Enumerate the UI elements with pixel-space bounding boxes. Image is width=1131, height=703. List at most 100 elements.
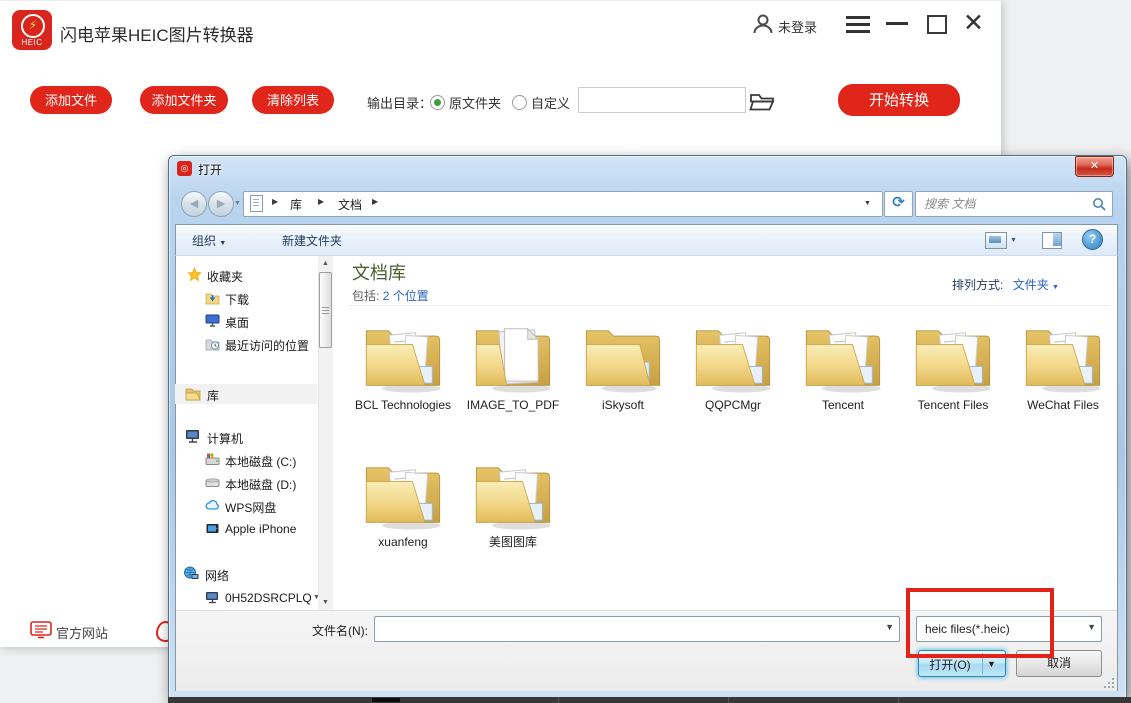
filename-combo[interactable]: ▼ — [374, 616, 900, 642]
output-dir-label: 输出目录： — [367, 93, 432, 112]
maximize-button[interactable] — [927, 15, 947, 34]
address-dropdown-icon[interactable]: ▼ — [864, 200, 871, 207]
chevron-down-icon: ▼ — [1052, 284, 1059, 291]
breadcrumb-arrow-icon[interactable]: ▶ — [318, 197, 324, 206]
library-folder-icon — [185, 386, 201, 401]
sidebar-item-apple-iphone[interactable]: Apple iPhone — [205, 521, 317, 539]
list-divider — [348, 305, 1110, 306]
location-doc-icon — [250, 195, 263, 212]
folder-icon — [359, 455, 447, 533]
back-button[interactable]: ◄ — [181, 191, 207, 217]
folder-item[interactable]: Tencent Files — [898, 318, 1008, 413]
views-icon[interactable] — [985, 232, 1007, 249]
sidebar-item-wps-cloud[interactable]: WPS网盘 — [205, 498, 317, 516]
star-icon — [187, 267, 202, 282]
folder-icon — [799, 318, 887, 396]
sidebar-item-network[interactable]: 网络 — [183, 566, 313, 584]
menu-icon[interactable] — [846, 16, 870, 37]
sidebar-item-drive-d[interactable]: 本地磁盘 (D:) — [205, 475, 317, 493]
sidebar-item-desktop[interactable]: 桌面 — [205, 313, 315, 331]
footer-divider — [0, 0, 1001, 1]
clear-list-button[interactable]: 清除列表 — [252, 86, 334, 114]
sidebar-item-drive-c[interactable]: 本地磁盘 (C:) — [205, 452, 317, 470]
breadcrumb-documents[interactable]: 文档 — [338, 196, 362, 213]
custom-path-input[interactable] — [578, 87, 746, 113]
user-icon[interactable] — [752, 13, 774, 35]
chevron-down-icon[interactable]: ▼ — [1087, 622, 1096, 632]
preview-pane-icon[interactable] — [1042, 232, 1062, 249]
iphone-icon — [205, 521, 220, 536]
system-drive-icon — [205, 452, 220, 467]
folder-icon — [579, 318, 667, 396]
search-icon[interactable] — [1092, 197, 1106, 211]
desktop-icon — [205, 313, 220, 328]
cloud-icon — [205, 498, 220, 513]
close-button[interactable]: ✕ — [963, 8, 984, 38]
sidebar-item-favorites[interactable]: 收藏夹 — [187, 267, 315, 285]
login-status[interactable]: 未登录 — [778, 17, 817, 36]
chevron-down-icon: ▼ — [219, 240, 226, 247]
folder-item[interactable]: iSkysoft — [568, 318, 678, 413]
radio-custom[interactable] — [512, 95, 527, 110]
folder-item[interactable]: 美图图库 — [458, 455, 568, 550]
folder-icon — [1019, 318, 1107, 396]
scrollbar-thumb[interactable] — [319, 272, 332, 348]
folder-icon — [469, 455, 557, 533]
filename-input[interactable] — [379, 619, 873, 641]
scroll-up-icon[interactable]: ▲ — [318, 256, 333, 271]
sidebar-item-libraries[interactable]: 库 — [185, 386, 313, 404]
network-icon — [183, 566, 199, 581]
radio-custom-label[interactable]: 自定义 — [531, 93, 570, 112]
folder-item[interactable]: IMAGE_TO_PDF — [458, 318, 568, 413]
chevron-down-icon[interactable]: ▼ — [987, 659, 996, 669]
nav-history-arrow-icon[interactable]: ▼ — [234, 200, 241, 207]
dialog-app-icon: ◎ — [177, 161, 192, 176]
folder-icon — [909, 318, 997, 396]
folder-item[interactable]: xuanfeng — [348, 455, 458, 550]
folder-item[interactable]: WeChat Files — [1008, 318, 1118, 413]
search-box[interactable] — [915, 191, 1113, 217]
folder-item[interactable]: QQPCMgr — [678, 318, 788, 413]
folder-item[interactable]: Tencent — [788, 318, 898, 413]
sidebar-item-recent-places[interactable]: 最近访问的位置 — [205, 336, 317, 354]
arrange-by[interactable]: 排列方式: 文件夹 ▼ — [952, 276, 1059, 293]
radio-original-folder[interactable] — [430, 95, 445, 110]
scroll-down-icon[interactable]: ▼ — [318, 595, 333, 610]
add-file-button[interactable]: 添加文件 — [30, 86, 112, 114]
includes-link[interactable]: 2 个位置 — [383, 289, 429, 303]
screen: ⚡ HEIC 闪电苹果HEIC图片转换器 未登录 ✕ 添加文件 添加文件夹 清除… — [0, 0, 1131, 703]
start-convert-button[interactable]: 开始转换 — [838, 84, 960, 116]
logo-label: HEIC — [12, 38, 52, 47]
breadcrumb-arrow-icon[interactable]: ▶ — [372, 197, 378, 206]
resize-grip[interactable] — [1102, 676, 1114, 688]
library-title: 文档库 — [352, 259, 406, 285]
sidebar-item-computer[interactable]: 计算机 — [185, 429, 313, 447]
annotation-highlight-rectangle — [906, 588, 1054, 658]
filename-label: 文件名(N): — [268, 622, 368, 639]
drive-icon — [205, 475, 220, 490]
help-icon[interactable]: ? — [1082, 229, 1103, 250]
app-logo: ⚡ HEIC — [12, 10, 52, 50]
app-title: 闪电苹果HEIC图片转换器 — [60, 21, 254, 46]
search-input[interactable] — [922, 194, 1086, 214]
breadcrumb-library[interactable]: 库 — [290, 196, 302, 213]
chevron-down-icon[interactable]: ▼ — [885, 622, 894, 632]
sidebar-item-network-pc[interactable]: 0H52DSRCPLQD ▼ — [205, 590, 317, 608]
folder-item[interactable]: BCL Technologies — [348, 318, 458, 413]
sidebar-item-downloads[interactable]: 下载 — [205, 290, 315, 308]
dialog-close-button[interactable]: ✕ — [1075, 156, 1114, 177]
organize-menu[interactable]: 组织 ▼ — [192, 232, 226, 249]
recent-places-icon — [205, 336, 220, 351]
library-includes: 包括: 2 个位置 — [352, 287, 429, 304]
radio-original-label[interactable]: 原文件夹 — [449, 93, 501, 112]
browse-folder-icon[interactable] — [748, 89, 776, 112]
views-dropdown-icon[interactable]: ▼ — [1010, 237, 1017, 244]
add-folder-button[interactable]: 添加文件夹 — [140, 86, 228, 114]
refresh-button[interactable]: ⟳ — [884, 191, 913, 217]
official-site-link[interactable]: 官方网站 — [56, 623, 108, 642]
new-folder-button[interactable]: 新建文件夹 — [282, 232, 342, 249]
forward-button[interactable]: ► — [208, 191, 234, 217]
minimize-button[interactable] — [886, 22, 908, 25]
breadcrumb-arrow-icon[interactable]: ▶ — [272, 197, 278, 206]
folder-doc-icon — [469, 318, 557, 396]
